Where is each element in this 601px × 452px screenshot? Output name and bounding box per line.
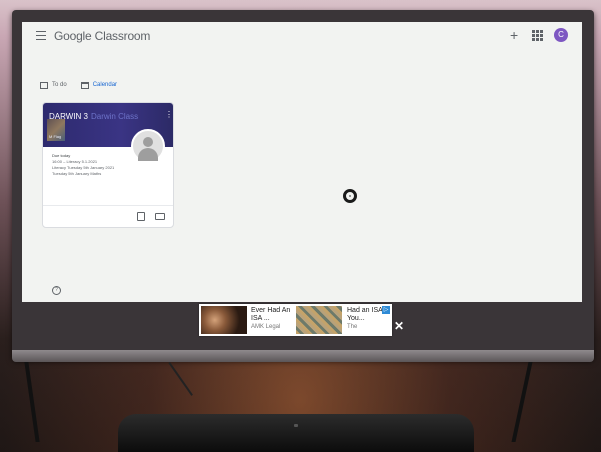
- brand-product: Classroom: [94, 29, 151, 43]
- class-title-ghost: Darwin Class: [90, 112, 139, 121]
- apps-grid-icon[interactable]: [532, 30, 543, 41]
- class-card[interactable]: DARWIN 3 Darwin Class M Flag ⋮ Due today …: [42, 102, 174, 228]
- ad-choices-icon[interactable]: ▷: [382, 306, 390, 314]
- ad-banner[interactable]: Ever Had An ISA ... AMK Legal Had an ISA…: [199, 304, 392, 336]
- add-class-button[interactable]: +: [510, 27, 518, 43]
- class-subtitle: M Flag: [49, 134, 62, 139]
- class-title-text: DARWIN 3: [49, 112, 88, 121]
- teacher-avatar: [131, 129, 165, 163]
- ad-1-text[interactable]: Ever Had An ISA ... AMK Legal: [251, 307, 295, 331]
- nav-row: To do Calendar: [40, 78, 131, 92]
- close-icon[interactable]: ✕: [394, 319, 404, 333]
- todo-label: To do: [52, 82, 67, 88]
- help-icon[interactable]: ?: [52, 286, 61, 295]
- ad-image-2[interactable]: [296, 306, 342, 334]
- calendar-icon: [80, 81, 89, 89]
- loading-spinner-icon: [343, 189, 357, 203]
- assignment-icon: [40, 81, 48, 89]
- tv-bottom-bar: [12, 350, 594, 362]
- ad-1-title: Ever Had An ISA ...: [251, 307, 291, 322]
- due-list: Due today 16:00 – Literacy 5.1.2021 Lite…: [52, 153, 114, 177]
- brand-google: Google: [54, 29, 92, 43]
- hamburger-menu-icon[interactable]: [36, 31, 46, 41]
- more-options-icon[interactable]: ⋮: [165, 111, 173, 119]
- soundbar: [118, 414, 474, 452]
- brand-logo[interactable]: Google Classroom: [54, 29, 150, 43]
- ad-1-source: AMK Legal: [251, 324, 281, 330]
- class-title[interactable]: DARWIN 3 Darwin Class: [49, 112, 138, 121]
- due-item[interactable]: Tuesday 5th January Maths: [52, 171, 114, 177]
- work-icon[interactable]: [137, 212, 145, 221]
- account-avatar[interactable]: C: [554, 28, 568, 42]
- calendar-link[interactable]: Calendar: [80, 81, 118, 89]
- ad-image-1[interactable]: [201, 306, 247, 334]
- todo-link[interactable]: To do: [40, 81, 67, 89]
- app-bar: Google Classroom + C: [22, 22, 582, 52]
- calendar-label: Calendar: [92, 82, 118, 88]
- classroom-screen: Google Classroom + C To do Calendar DARW…: [22, 22, 582, 302]
- ad-2-source: The: [347, 324, 358, 330]
- class-card-footer: [43, 205, 173, 227]
- folder-icon[interactable]: [155, 213, 165, 220]
